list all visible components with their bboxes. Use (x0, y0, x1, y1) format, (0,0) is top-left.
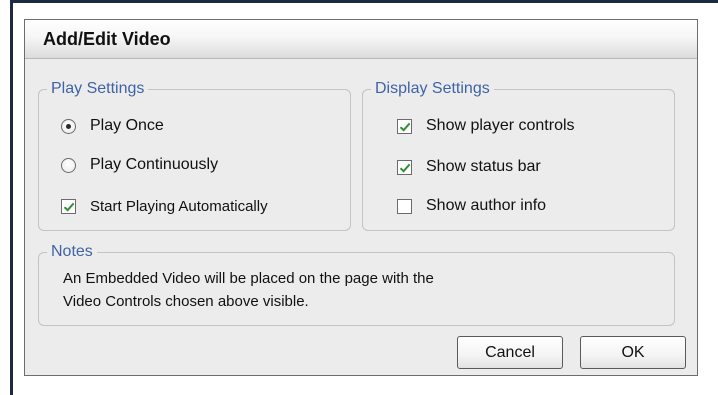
notes-line-2: Video Controls chosen above visible. (63, 293, 309, 310)
show-status-bar-option[interactable]: Show status bar (397, 155, 541, 179)
checkbox-checked-icon[interactable] (397, 159, 412, 175)
notes-text: An Embedded Video will be placed on the … (63, 267, 434, 313)
dialog-title: Add/Edit Video (43, 29, 171, 49)
play-settings-legend: Play Settings (47, 79, 149, 99)
radio-selected-icon[interactable] (61, 118, 76, 134)
window-frame-top (10, 0, 718, 3)
notes-group: Notes An Embedded Video will be placed o… (38, 242, 675, 326)
notes-legend: Notes (47, 242, 97, 262)
display-settings-legend: Display Settings (371, 79, 494, 99)
window-frame-left (10, 0, 13, 395)
play-continuously-label: Play Continuously (90, 156, 219, 173)
start-playing-automatically-label: Start Playing Automatically (90, 197, 268, 215)
notes-line-1: An Embedded Video will be placed on the … (63, 270, 434, 287)
dialog-titlebar: Add/Edit Video (25, 20, 697, 59)
add-edit-video-dialog: Add/Edit Video Play Settings Play Once P… (24, 19, 698, 376)
show-player-controls-label: Show player controls (426, 117, 575, 134)
checkbox-checked-icon[interactable] (397, 118, 412, 134)
play-settings-group: Play Settings Play Once Play Continuousl… (38, 79, 351, 231)
checkbox-unchecked-icon[interactable] (397, 198, 412, 214)
cancel-button[interactable]: Cancel (457, 336, 563, 369)
ok-button[interactable]: OK (580, 336, 686, 369)
display-settings-group: Display Settings Show player controls Sh… (362, 79, 675, 231)
show-status-bar-label: Show status bar (426, 158, 541, 175)
show-author-info-option[interactable]: Show author info (397, 194, 546, 218)
checkbox-checked-icon[interactable] (61, 198, 76, 214)
show-author-info-label: Show author info (426, 197, 547, 214)
start-playing-automatically-option[interactable]: Start Playing Automatically (61, 194, 268, 218)
play-once-label: Play Once (90, 117, 164, 134)
radio-unselected-icon[interactable] (61, 157, 76, 173)
show-player-controls-option[interactable]: Show player controls (397, 114, 575, 138)
play-once-option[interactable]: Play Once (61, 114, 164, 138)
play-continuously-option[interactable]: Play Continuously (61, 153, 218, 177)
